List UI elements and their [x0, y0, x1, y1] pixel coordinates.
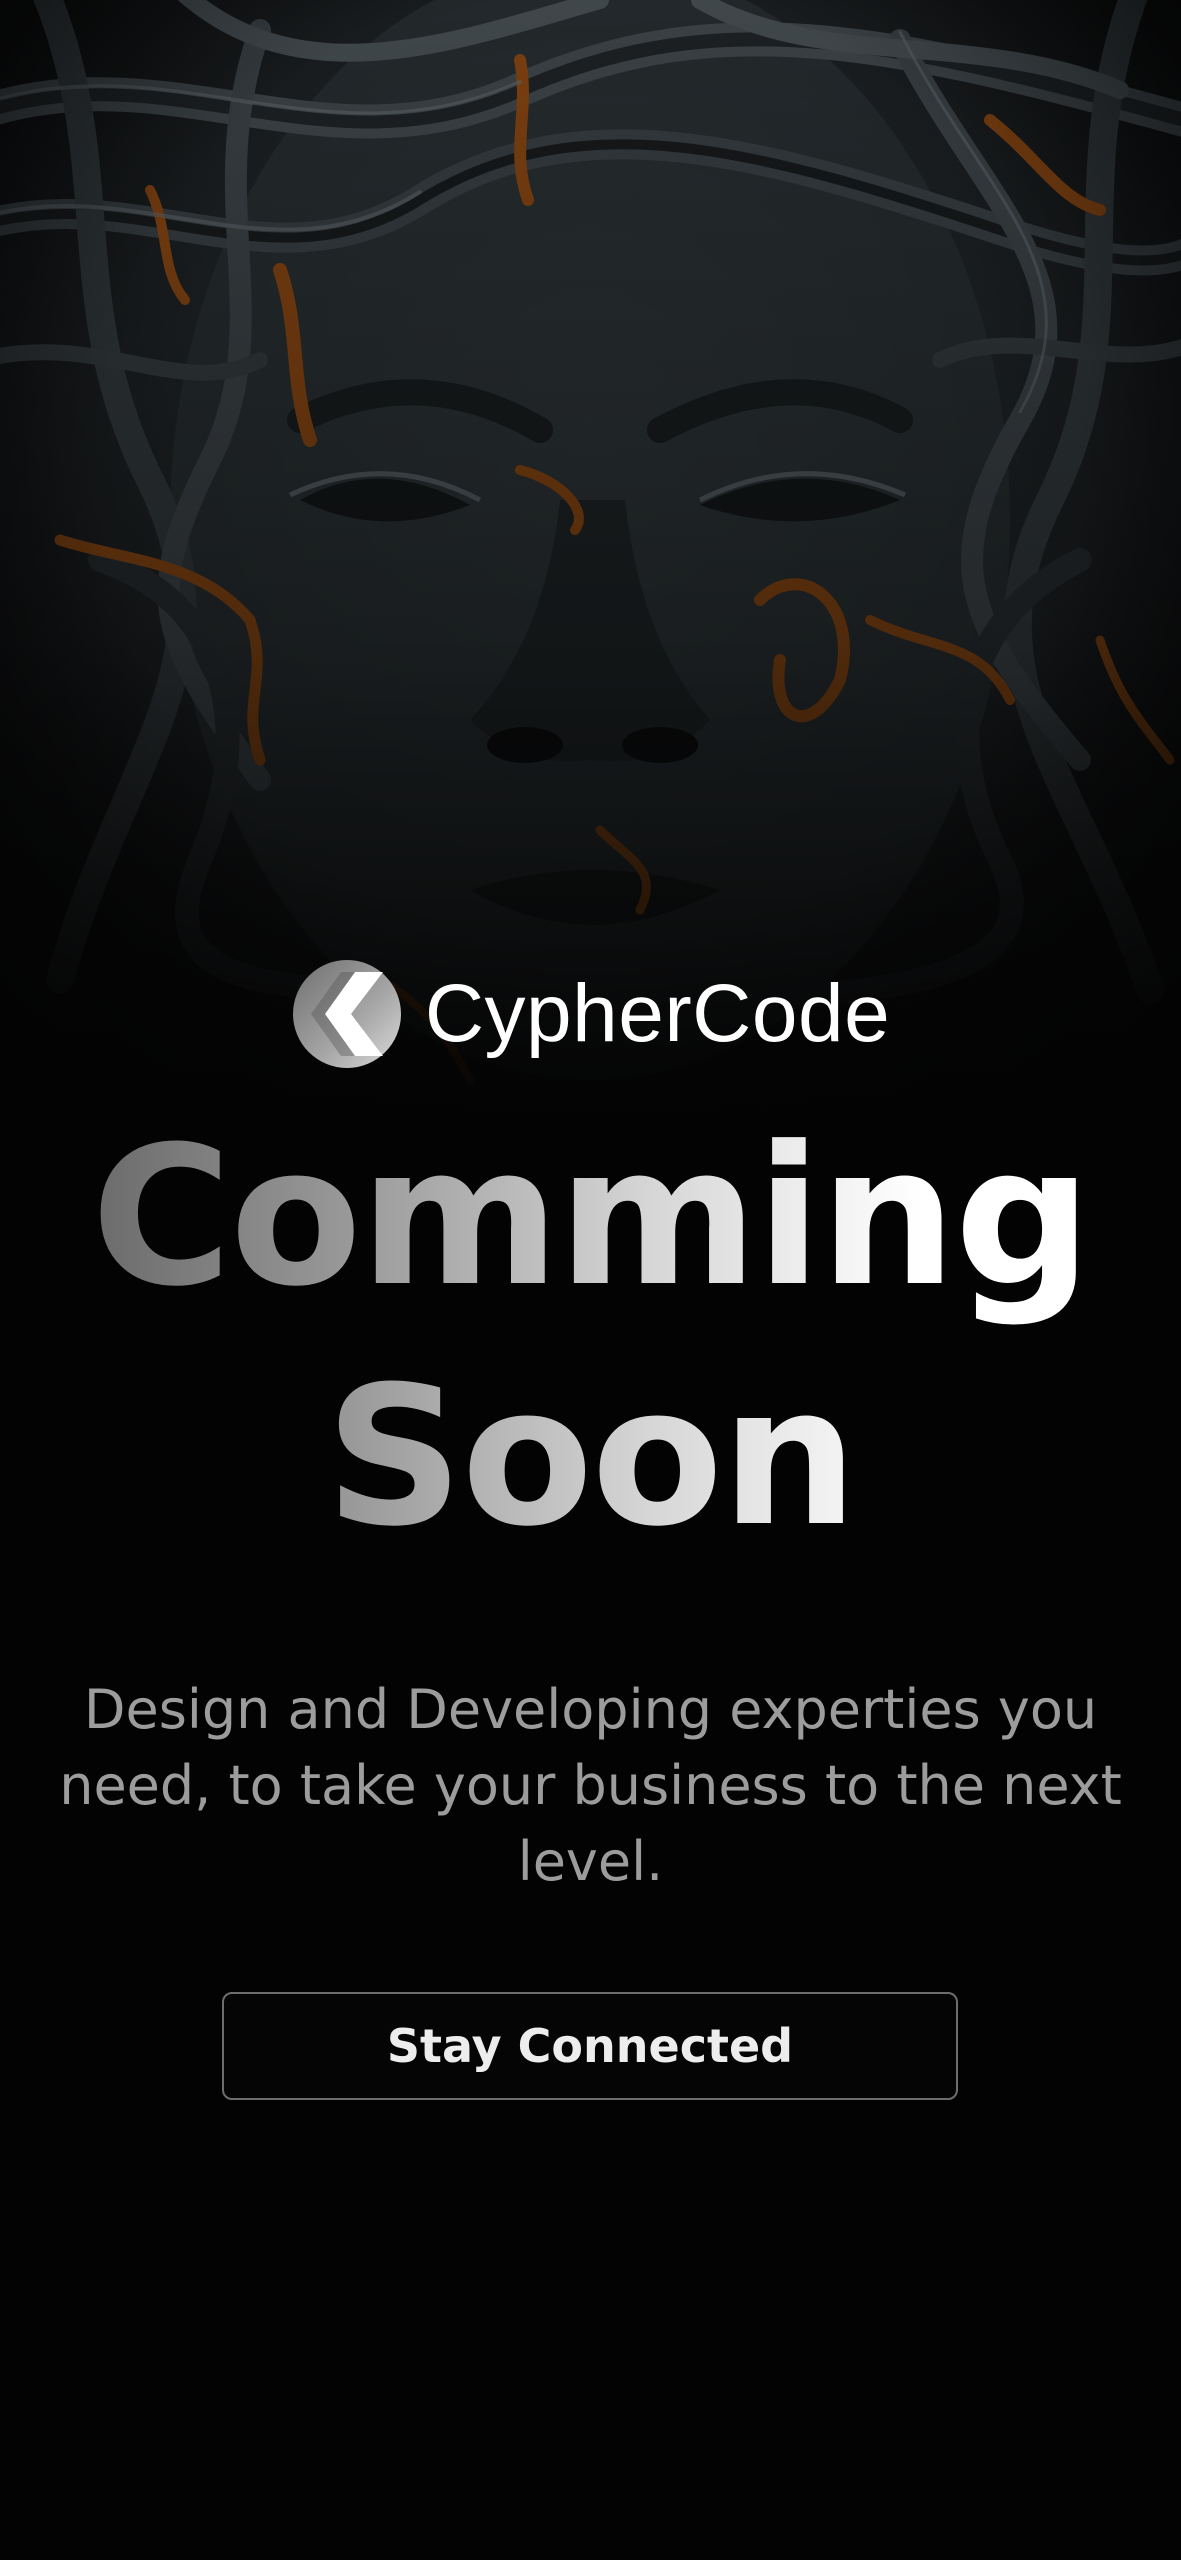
- headline-line-2: Soon: [325, 1346, 856, 1569]
- coming-soon-page: CypherCode Comming Soon Design and Devel…: [0, 0, 1181, 2560]
- headline-line-1: Comming: [91, 1106, 1090, 1329]
- cyphercode-logo-icon: [291, 958, 403, 1070]
- brand: CypherCode: [0, 952, 1181, 1076]
- stay-connected-button[interactable]: Stay Connected: [222, 1992, 958, 2100]
- tagline: Design and Developing experties you need…: [59, 1678, 1122, 1893]
- brand-name: CypherCode: [424, 968, 891, 1059]
- page-title: Comming Soon: [0, 1098, 1181, 1578]
